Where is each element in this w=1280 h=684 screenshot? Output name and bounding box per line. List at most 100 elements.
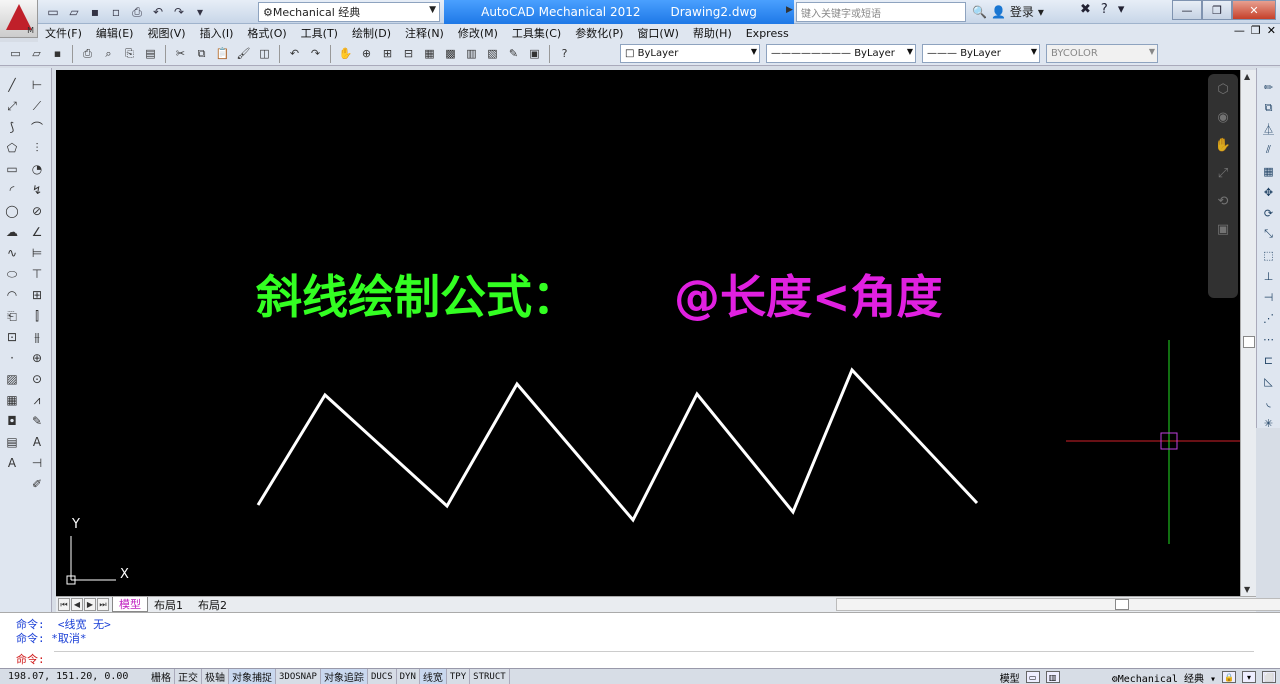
prev-tab-icon[interactable]: ◀ (71, 598, 83, 611)
new-icon[interactable]: ▭ (44, 3, 62, 21)
paste-icon[interactable]: 📋 (213, 44, 232, 63)
status-toggle[interactable]: STRUCT (470, 669, 510, 684)
menu-item[interactable]: 参数化(P) (568, 25, 630, 41)
match-icon[interactable]: 🖌 (234, 44, 253, 63)
make-block-icon[interactable]: ⊡ (2, 328, 22, 346)
status-toggle[interactable]: 3DOSNAP (276, 669, 321, 684)
login-button[interactable]: 🔍 👤 登录 ▾ (972, 3, 1044, 20)
sheet-set-icon[interactable]: ▧ (483, 44, 502, 63)
properties-icon[interactable]: ▦ (420, 44, 439, 63)
coordinates-display[interactable]: 198.07, 151.20, 0.00 (0, 671, 148, 682)
plot-icon[interactable]: ⎙ (78, 44, 97, 63)
horizontal-scrollbar[interactable] (836, 598, 1280, 611)
inspection-icon[interactable]: ⩘ (27, 391, 47, 409)
status-toggle[interactable]: 正交 (175, 669, 202, 684)
menu-item[interactable]: 插入(I) (193, 25, 241, 41)
break-icon[interactable]: ⋯ (1260, 330, 1278, 348)
application-menu-button[interactable]: M (0, 0, 38, 38)
extend-icon[interactable]: ⊣ (1260, 288, 1278, 306)
menu-item[interactable]: 修改(M) (451, 25, 505, 41)
construction-line-icon[interactable]: ⤢ (2, 97, 22, 115)
chevron-down-icon[interactable]: ▾ (1118, 2, 1125, 17)
steering-wheel-icon[interactable]: ◉ (1213, 110, 1233, 130)
undo-icon[interactable]: ↶ (285, 44, 304, 63)
table-icon[interactable]: ▤ (2, 433, 22, 451)
menu-item[interactable]: Express (739, 27, 796, 40)
zigzag-polyline[interactable] (256, 367, 979, 523)
copy-object-icon[interactable]: ⧉ (1260, 99, 1278, 117)
doc-restore-button[interactable]: ❐ (1251, 24, 1261, 37)
zoom-realtime-icon[interactable]: ⊕ (357, 44, 376, 63)
quick-view-icon[interactable]: ▥ (1045, 671, 1060, 683)
tolerance-icon[interactable]: ⊕ (27, 349, 47, 367)
vertical-scrollbar[interactable]: ▲ ▼ (1240, 70, 1256, 596)
new-icon[interactable]: ▭ (6, 44, 25, 63)
menu-item[interactable]: 视图(V) (140, 25, 192, 41)
scroll-thumb[interactable] (1115, 599, 1129, 610)
status-toggle[interactable]: DUCS (368, 669, 397, 684)
radius-dim-icon[interactable]: ◔ (27, 160, 47, 178)
ellipse-icon[interactable]: ⬭ (2, 265, 22, 283)
menu-item[interactable]: 工具(T) (294, 25, 345, 41)
drawing-canvas[interactable]: 斜线绘制公式： @长度<角度 Y X (56, 70, 1240, 596)
workspace-select[interactable]: ⚙ Mechanical 经典 ▼ (258, 2, 440, 22)
scroll-thumb[interactable] (1243, 336, 1255, 348)
continue-dim-icon[interactable]: ⊞ (27, 286, 47, 304)
status-toggle[interactable]: DYN (397, 669, 420, 684)
status-toggle[interactable]: 极轴 (202, 669, 229, 684)
center-mark-icon[interactable]: ⊙ (27, 370, 47, 388)
calculator-icon[interactable]: ▣ (525, 44, 544, 63)
status-toggle[interactable]: TPY (447, 669, 471, 684)
next-tab-icon[interactable]: ▶ (84, 598, 96, 611)
rotate-icon[interactable]: ⟳ (1260, 204, 1278, 222)
preview-icon[interactable]: ⌕ (99, 44, 118, 63)
dim-break-icon[interactable]: ⫵ (27, 328, 47, 346)
color-combo[interactable]: □ ByLayer ▼ (620, 44, 760, 63)
rectangle-icon[interactable]: ▭ (2, 160, 22, 178)
angular-dim-icon[interactable]: ∠ (27, 223, 47, 241)
polygon-icon[interactable]: ⬠ (2, 139, 22, 157)
move-icon[interactable]: ✥ (1260, 183, 1278, 201)
markup-icon[interactable]: ✎ (504, 44, 523, 63)
gradient-icon[interactable]: ▦ (2, 391, 22, 409)
pan-icon[interactable]: ✋ (336, 44, 355, 63)
zoom-window-icon[interactable]: ⊞ (378, 44, 397, 63)
menu-item[interactable]: 编辑(E) (89, 25, 141, 41)
diameter-dim-icon[interactable]: ⊘ (27, 202, 47, 220)
linear-dim-icon[interactable]: ⊢ (27, 76, 47, 94)
redo-icon[interactable]: ↷ (170, 3, 188, 21)
help-icon[interactable]: ? (555, 44, 574, 63)
doc-close-button[interactable]: ✕ (1267, 24, 1276, 37)
pan-icon[interactable]: ✋ (1213, 138, 1233, 158)
explode-icon[interactable]: ✳ (1260, 414, 1278, 432)
block-icon[interactable]: ◫ (255, 44, 274, 63)
redo-icon[interactable]: ↷ (306, 44, 325, 63)
linetype-combo[interactable]: ———————— ByLayer ▼ (766, 44, 916, 63)
command-input[interactable] (54, 651, 1254, 665)
arc-length-icon[interactable]: ⌒ (27, 118, 47, 136)
status-toggle[interactable]: 对象追踪 (320, 669, 368, 684)
doc-minimize-button[interactable]: — (1234, 24, 1245, 37)
publish-icon[interactable]: ⎘ (120, 44, 139, 63)
last-tab-icon[interactable]: ⏭ (97, 598, 109, 611)
offset-icon[interactable]: ⫽ (1260, 141, 1278, 159)
plot-icon[interactable]: ⎙ (128, 3, 146, 21)
trim-icon[interactable]: ⊥ (1260, 267, 1278, 285)
erase-icon[interactable]: ✏ (1260, 78, 1278, 96)
undo-icon[interactable]: ↶ (149, 3, 167, 21)
array-icon[interactable]: ▦ (1260, 162, 1278, 180)
open-icon[interactable]: ▱ (27, 44, 46, 63)
menu-item[interactable]: 工具集(C) (505, 25, 568, 41)
first-tab-icon[interactable]: ⏮ (58, 598, 70, 611)
minimize-button[interactable]: — (1172, 0, 1202, 20)
revision-cloud-icon[interactable]: ☁ (2, 223, 22, 241)
spline-icon[interactable]: ∿ (2, 244, 22, 262)
help-icon[interactable]: ? (1101, 2, 1108, 17)
chamfer-icon[interactable]: ◺ (1260, 372, 1278, 390)
dim-edit-icon[interactable]: ✎ (27, 412, 47, 430)
tray-icon[interactable]: ▾ (1242, 671, 1256, 683)
tab-model[interactable]: 模型 (112, 597, 148, 612)
jogged-dim-icon[interactable]: ↯ (27, 181, 47, 199)
exchange-icon[interactable]: ✖ (1080, 2, 1091, 17)
lineweight-combo[interactable]: ——— ByLayer ▼ (922, 44, 1040, 63)
